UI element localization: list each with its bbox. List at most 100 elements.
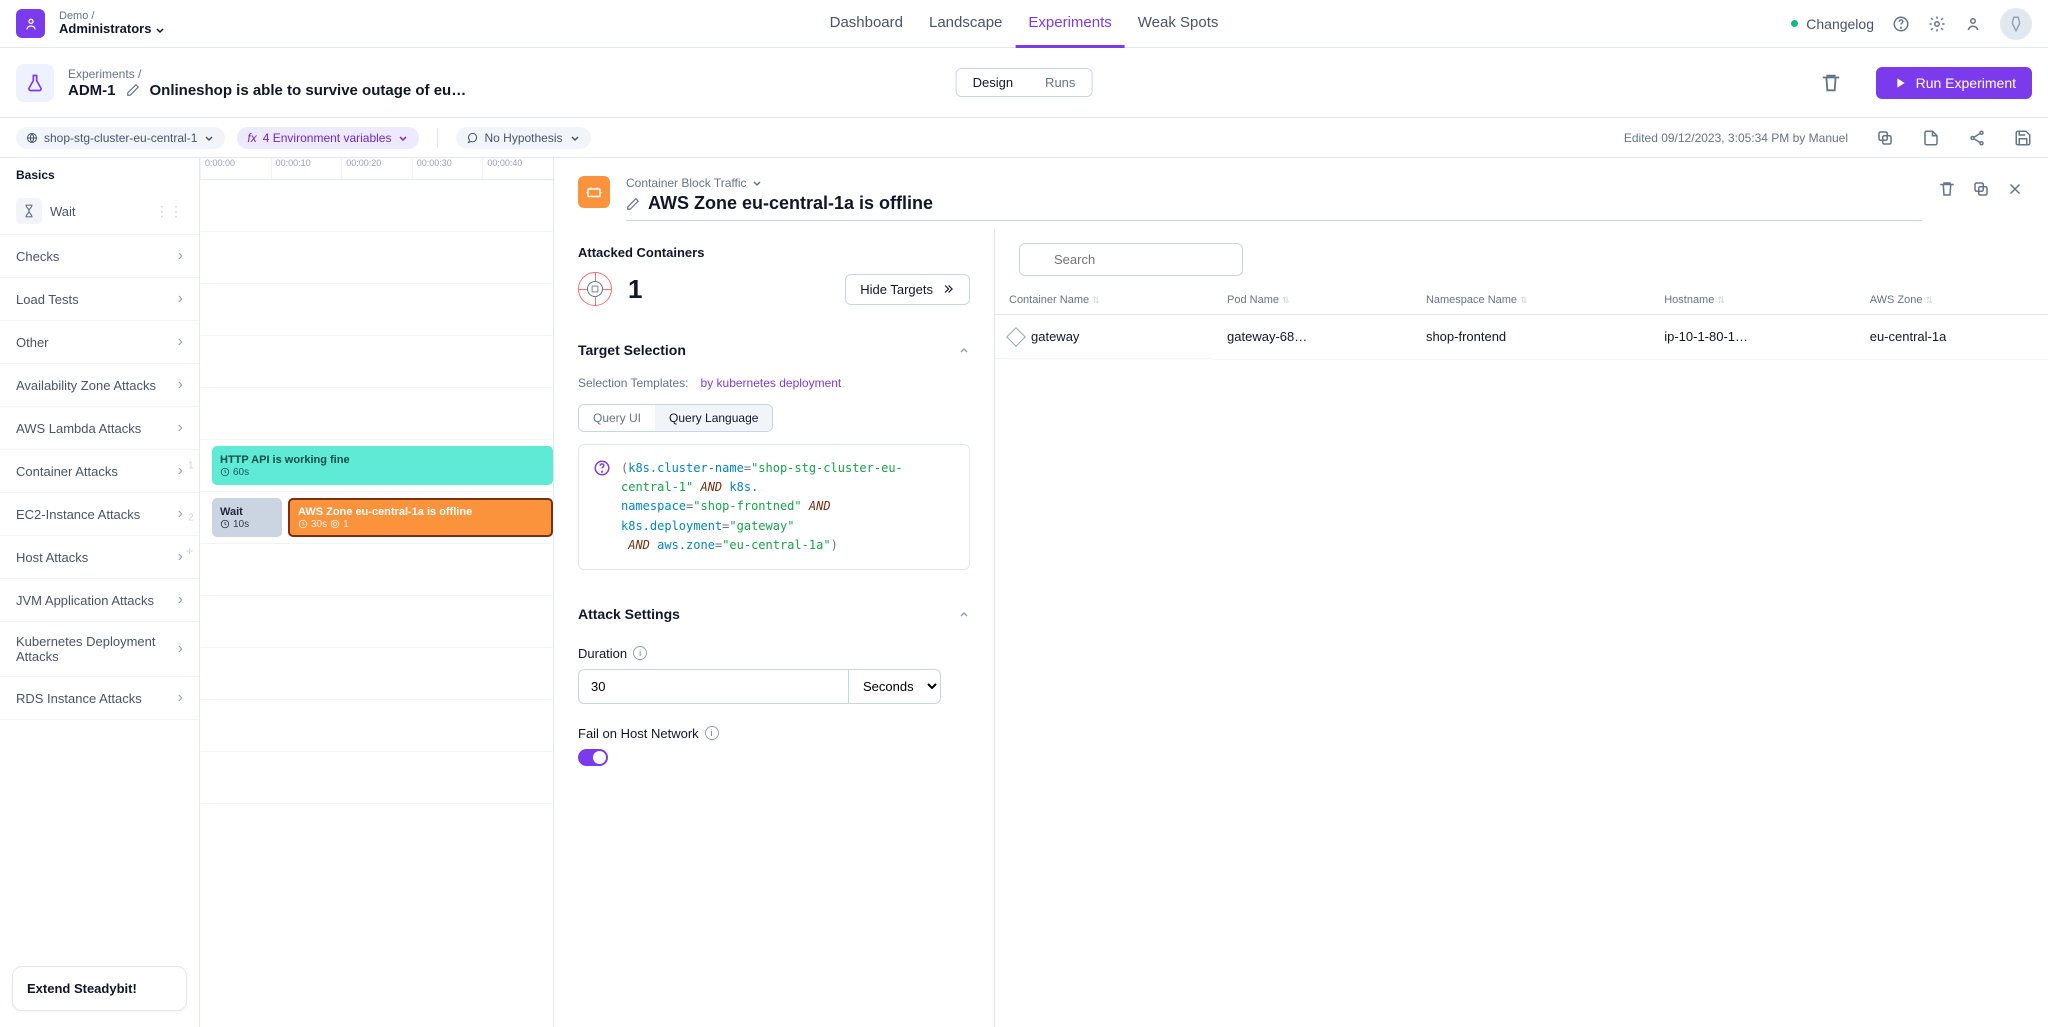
changelog-link[interactable]: Changelog [1791, 16, 1874, 32]
col-pod[interactable]: Pod Name⇅ [1213, 286, 1412, 315]
document-icon[interactable] [1922, 129, 1940, 147]
sidebar-cat-host[interactable]: Host Attacks [0, 536, 199, 579]
add-row-icon[interactable]: + [186, 544, 193, 558]
attacked-count: 1 [628, 274, 642, 305]
nav-landscape[interactable]: Landscape [916, 0, 1015, 48]
help-icon[interactable] [1892, 15, 1910, 33]
help-icon[interactable] [593, 459, 611, 477]
template-link[interactable]: by kubernetes deployment [701, 376, 842, 390]
hide-targets-button[interactable]: Hide Targets [845, 274, 970, 305]
tab-query-ui[interactable]: Query UI [579, 405, 655, 431]
row-number: 1 [188, 460, 194, 471]
filters-row: shop-stg-cluster-eu-central-1 fx 4 Envir… [0, 118, 2048, 158]
design-runs-toggle: Design Runs [956, 68, 1093, 97]
org-name: Administrators [59, 22, 166, 36]
tick: 00:00:30 [412, 158, 483, 179]
nav-dashboard[interactable]: Dashboard [817, 0, 916, 48]
user-icon[interactable] [1964, 15, 1982, 33]
container-icon [1006, 327, 1026, 347]
trash-icon[interactable] [1820, 72, 1842, 94]
copy-icon[interactable] [1876, 129, 1894, 147]
timeline-row[interactable] [200, 232, 553, 284]
sidebar-item-wait[interactable]: Wait ⋮⋮ [0, 188, 199, 235]
query-code: (k8s.cluster-name="shop-stg-cluster-eu-c… [621, 459, 955, 555]
run-experiment-button[interactable]: Run Experiment [1876, 67, 2032, 99]
section-header-settings[interactable]: Attack Settings [578, 598, 970, 630]
section-header-target[interactable]: Target Selection [578, 334, 970, 366]
copy-icon[interactable] [1972, 180, 1990, 198]
fail-toggle[interactable] [578, 749, 608, 766]
attack-settings-section: Attack Settings Durationi Seconds Fail o… [578, 598, 970, 766]
drag-icon[interactable]: ⋮⋮ [155, 203, 183, 220]
topbar: Demo / Administrators Dashboard Landscap… [0, 0, 2048, 48]
col-container[interactable]: Container Name⇅ [995, 286, 1213, 315]
timeline-row[interactable]: 2 Wait 10s AWS Zone eu-central-1a is off… [200, 492, 553, 544]
info-icon[interactable]: i [705, 726, 719, 740]
panel-breadcrumb[interactable]: Container Block Traffic [626, 176, 1922, 190]
timeline-bar-http[interactable]: HTTP API is working fine 60s [212, 446, 553, 485]
avatar[interactable] [2000, 8, 2032, 40]
hypothesis-pill[interactable]: No Hypothesis [456, 127, 590, 149]
timeline-bar-aws-zone[interactable]: AWS Zone eu-central-1a is offline 30s 1 [288, 498, 553, 537]
chevron-down-icon [569, 132, 581, 144]
tick: 00:00:10 [271, 158, 342, 179]
timeline-ruler: 0:00:00 00:00:10 00:00:20 00:00:30 00:00… [200, 158, 553, 180]
col-awszone[interactable]: AWS Zone⇅ [1856, 286, 2048, 315]
timeline-row[interactable] [200, 596, 553, 648]
tab-runs[interactable]: Runs [1029, 69, 1091, 96]
info-icon[interactable]: i [633, 646, 647, 660]
timeline-row[interactable] [200, 336, 553, 388]
nav-experiments[interactable]: Experiments [1015, 0, 1124, 48]
sidebar-cat-other[interactable]: Other [0, 321, 199, 364]
share-icon[interactable] [1968, 129, 1986, 147]
duration-unit[interactable]: Seconds [848, 669, 941, 704]
col-hostname[interactable]: Hostname⇅ [1650, 286, 1856, 315]
tab-query-language[interactable]: Query Language [655, 405, 772, 431]
pencil-icon[interactable] [626, 197, 640, 211]
sidebar-cat-rds[interactable]: RDS Instance Attacks [0, 677, 199, 720]
timeline-row[interactable] [200, 700, 553, 752]
sidebar-cat-container[interactable]: Container Attacks [0, 450, 199, 493]
timeline-row[interactable] [200, 180, 553, 232]
selection-templates: Selection Templates: by kubernetes deplo… [578, 376, 970, 390]
env-pill[interactable]: shop-stg-cluster-eu-central-1 [16, 127, 225, 149]
vars-pill[interactable]: fx 4 Environment variables [237, 127, 419, 149]
nav-weakspots[interactable]: Weak Spots [1125, 0, 1232, 48]
sidebar-cat-loadtests[interactable]: Load Tests [0, 278, 199, 321]
sidebar-cat-checks[interactable]: Checks [0, 235, 199, 278]
divider [437, 128, 438, 148]
chevron-up-icon [958, 608, 970, 620]
breadcrumb[interactable]: Experiments / [68, 67, 466, 81]
target-selection-section: Target Selection Selection Templates: by… [578, 334, 970, 570]
sidebar-cat-jvm[interactable]: JVM Application Attacks [0, 579, 199, 622]
sidebar-basics-header: Basics [0, 158, 199, 188]
timeline-bar-wait[interactable]: Wait 10s [212, 498, 282, 537]
timeline: 0:00:00 00:00:10 00:00:20 00:00:30 00:00… [200, 158, 554, 1027]
sidebar-cat-az[interactable]: Availability Zone Attacks [0, 364, 199, 407]
search-input[interactable] [1019, 243, 1243, 276]
sidebar-cat-k8s[interactable]: Kubernetes Deployment Attacks [0, 622, 199, 677]
timeline-row[interactable] [200, 284, 553, 336]
close-icon[interactable] [2006, 180, 2024, 198]
table-row[interactable]: gateway gateway-68… shop-frontend ip-10-… [995, 315, 2048, 360]
query-editor[interactable]: (k8s.cluster-name="shop-stg-cluster-eu-c… [578, 444, 970, 570]
timeline-row[interactable]: 1 HTTP API is working fine 60s [200, 440, 553, 492]
timeline-row[interactable] [200, 752, 553, 804]
trash-icon[interactable] [1938, 180, 1956, 198]
gear-icon[interactable] [1928, 15, 1946, 33]
save-icon[interactable] [2014, 129, 2032, 147]
timeline-row[interactable] [200, 388, 553, 440]
duration-input[interactable] [578, 669, 848, 704]
timeline-rows: 1 HTTP API is working fine 60s 2 Wait 10… [200, 180, 553, 804]
col-namespace[interactable]: Namespace Name⇅ [1412, 286, 1650, 315]
org-block[interactable]: Demo / Administrators [59, 10, 166, 36]
extend-card[interactable]: Extend Steadybit! [12, 966, 187, 1011]
sidebar-cat-ec2[interactable]: EC2-Instance Attacks [0, 493, 199, 536]
tab-design[interactable]: Design [957, 69, 1029, 96]
row-number: 2 [188, 512, 194, 523]
timeline-row[interactable]: + [200, 544, 553, 596]
pencil-icon[interactable] [126, 83, 140, 97]
chat-icon [466, 132, 478, 144]
sidebar-cat-lambda[interactable]: AWS Lambda Attacks [0, 407, 199, 450]
timeline-row[interactable] [200, 648, 553, 700]
